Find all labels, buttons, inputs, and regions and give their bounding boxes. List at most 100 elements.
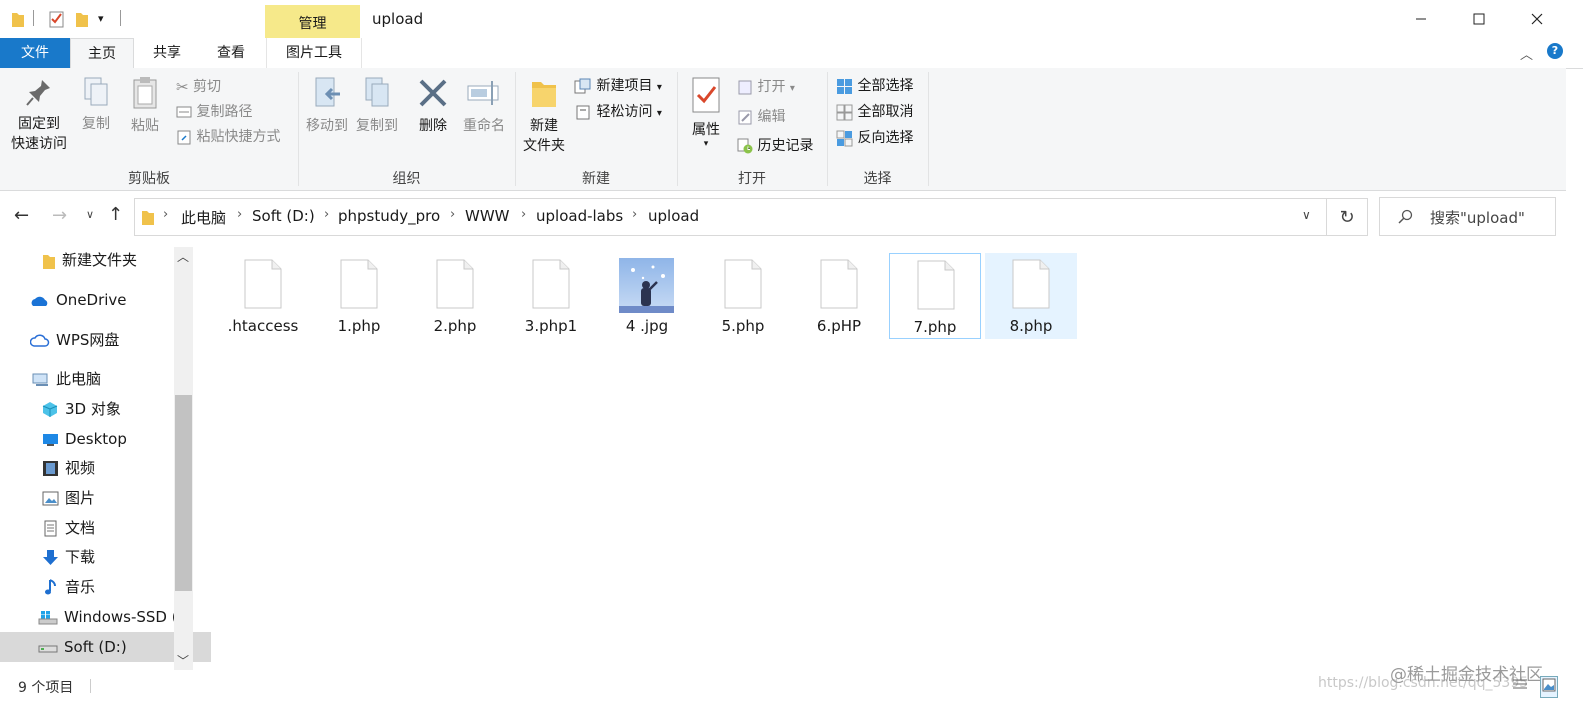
cloud-icon [30,333,50,347]
new-item-label: 新建项目 [596,78,653,94]
copy-button[interactable]: 复制 [76,76,116,134]
tab-file[interactable]: 文件 [0,38,70,68]
easy-access-button[interactable]: 轻松访问 ▾ [574,101,662,123]
new-folder-icon[interactable] [75,10,89,28]
file-name: 3.php1 [524,317,578,335]
nav-item-wps-drive[interactable]: WPS网盘 [0,325,203,355]
file-item[interactable]: 3.php1 [505,253,597,339]
customize-qat-dropdown-icon[interactable]: ▾ [98,12,104,25]
recent-locations-button[interactable]: ∨ [86,208,94,221]
tab-picture-tools[interactable]: 图片工具 [266,38,362,68]
breadcrumb-upload[interactable]: upload [648,207,699,225]
pin-icon [26,80,50,106]
breadcrumb-upload-labs[interactable]: upload-labs [536,207,623,225]
file-item[interactable]: 2.php [409,253,501,339]
edit-button[interactable]: 编辑 [737,106,785,128]
copy-path-button[interactable]: 复制路径 [176,101,252,123]
open-button[interactable]: 打开 ▾ [737,76,795,98]
nav-label: Soft (D:) [64,638,127,656]
properties-button[interactable]: 属性 ▾ [684,76,728,149]
refresh-icon: ↻ [1339,206,1355,228]
move-to-button[interactable]: 移动到 [302,76,352,136]
move-to-label: 移动到 [306,118,348,134]
address-bar[interactable]: › 此电脑 › Soft (D:) › phpstudy_pro › WWW ›… [134,198,1327,236]
large-icons-view-icon [1542,678,1556,692]
status-divider [90,679,91,693]
history-button[interactable]: 历史记录 [737,135,813,157]
nav-scrollbar-thumb[interactable] [175,395,192,591]
back-button[interactable]: ← [14,205,29,226]
help-icon[interactable]: ? [1547,43,1563,59]
nav-label: Desktop [65,430,127,448]
collapse-ribbon-icon[interactable]: ︿ [1520,44,1533,63]
up-button[interactable]: ↑ [108,204,123,225]
breadcrumb-chevron-icon[interactable]: › [237,207,242,222]
breadcrumb-chevron-icon[interactable]: › [521,207,526,222]
file-item-focused[interactable]: 7.php [889,253,981,339]
select-none-button[interactable]: 全部取消 [836,101,913,123]
music-icon [45,579,56,595]
chevron-down-icon: ∨ [86,208,95,221]
clipboard-group-label: 剪贴板 [128,171,170,187]
select-all-button[interactable]: 全部选择 [836,75,913,97]
file-item[interactable]: .htaccess [217,253,309,339]
nav-item-onedrive[interactable]: OneDrive [0,285,203,315]
minimize-button[interactable] [1398,6,1444,32]
maximize-icon [1473,13,1485,25]
pin-to-quick-access-button[interactable]: 固定到 快速访问 [6,76,72,154]
tab-view[interactable]: 查看 [202,38,260,68]
file-item[interactable]: 5.php [697,253,789,339]
move-to-icon [315,77,340,107]
new-folder-button[interactable]: 新建 文件夹 [518,76,570,156]
file-item[interactable]: 1.php [313,253,405,339]
document-icon [917,260,955,310]
breadcrumb-soft-d[interactable]: Soft (D:) [252,207,315,225]
tab-manage[interactable]: 管理 [265,5,360,38]
properties-check-icon[interactable] [48,10,66,28]
close-button[interactable] [1514,6,1560,32]
file-item-hover[interactable]: 8.php [985,253,1077,339]
organize-group-label: 组织 [392,171,421,187]
breadcrumb-www[interactable]: WWW [465,207,510,225]
new-item-button[interactable]: 新建项目 ▾ [574,75,662,97]
cut-button[interactable]: ✂ 剪切 [176,76,221,98]
maximize-button[interactable] [1456,6,1502,32]
document-icon [244,259,282,309]
divider [120,10,121,26]
large-icons-view-button[interactable] [1540,676,1558,698]
invert-selection-button[interactable]: 反向选择 [836,127,913,149]
copy-to-label: 复制到 [356,118,398,134]
breadcrumb-chevron-icon[interactable]: › [163,207,168,222]
video-icon [43,461,58,476]
refresh-button[interactable]: ↻ [1327,198,1368,236]
tab-manage-label: 管理 [298,16,327,32]
paste-button[interactable]: 粘贴 [124,76,166,136]
paste-shortcut-button[interactable]: 粘贴快捷方式 [176,126,280,148]
nav-label: WPS网盘 [56,331,120,349]
tab-share[interactable]: 共享 [138,38,196,68]
address-history-chevron-icon[interactable]: ∨ [1302,208,1311,222]
scroll-up-icon[interactable]: ︿ [177,248,189,265]
delete-button[interactable]: 删除 [412,76,454,136]
file-item[interactable]: 6.pHP [793,253,885,339]
breadcrumb-chevron-icon[interactable]: › [324,207,329,222]
folder-icon[interactable] [11,10,25,28]
forward-button[interactable]: → [52,205,67,226]
scroll-down-icon[interactable]: ﹀ [177,652,189,669]
search-icon [1398,209,1413,224]
file-item[interactable]: 4 .jpg [601,253,693,339]
breadcrumb-chevron-icon[interactable]: › [632,207,637,222]
copy-to-button[interactable]: 复制到 [352,76,402,136]
breadcrumb-this-pc[interactable]: 此电脑 [181,207,226,228]
nav-label: OneDrive [56,291,127,309]
new-group-label: 新建 [582,171,610,187]
breadcrumb-phpstudy[interactable]: phpstudy_pro [338,207,440,225]
details-view-button[interactable] [1512,678,1528,696]
status-item-count: 9 个项目 [18,680,74,696]
breadcrumb-chevron-icon[interactable]: › [450,207,455,222]
rename-button[interactable]: 重命名 [458,76,510,136]
tab-home[interactable]: 主页 [70,38,134,70]
search-input[interactable]: 搜索"upload" [1379,197,1556,236]
nav-label: 视频 [65,459,96,477]
history-label: 历史记录 [757,138,814,154]
